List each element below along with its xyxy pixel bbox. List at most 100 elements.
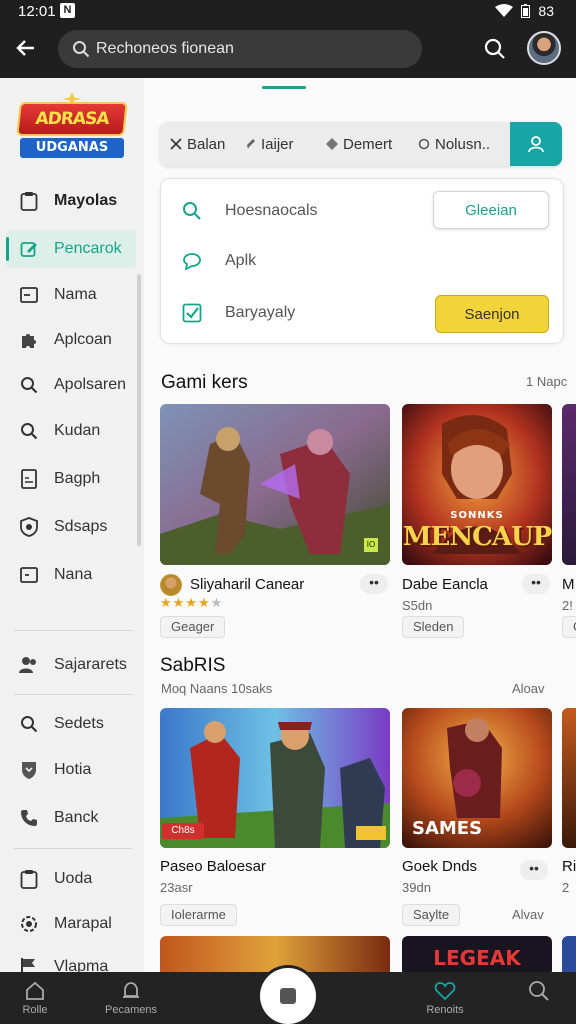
sidebar-item-sdsaps[interactable]: Sdsaps [6,508,136,546]
edit-icon [18,238,40,260]
sidebar-item-label: Apolsaren [54,376,127,393]
search-icon [18,420,40,442]
avatar[interactable] [527,31,561,65]
sidebar-item-label: Sajararets [54,656,127,673]
game-thumbnail[interactable] [562,708,576,848]
sidebar-item-marapal[interactable]: Marapal [6,905,136,943]
person-icon [528,136,544,153]
checkbox-icon[interactable] [181,303,203,323]
bottom-nav-renoits[interactable]: Renoits [400,978,490,1016]
status-indicators: 83 [495,3,554,19]
filter-chip-nolusn[interactable]: Nolusn.. [418,134,490,154]
game-thumbnail[interactable]: Ch8s [160,708,390,848]
more-options-button[interactable]: •• [522,574,550,594]
search-icon [181,201,203,221]
logo-title: ADRASA [16,102,128,136]
game-title: M [562,576,575,593]
sidebar-item-bagph[interactable]: Bagph [6,460,136,498]
options-panel: Hoesnaocals Gleeian Aplk Baryayaly Saenj… [160,178,564,344]
game-meta: 2 [562,880,570,895]
panel-confirm-button[interactable]: Saenjon [435,295,549,333]
sidebar-item-label: Nama [54,286,97,303]
sidebar-item-vlapma[interactable]: Vlapma [6,948,136,972]
game-art-text: MENCAUP [402,522,552,552]
sidebar-item-sajararets[interactable]: Sajararets [6,646,136,684]
flag-icon [18,956,40,972]
wifi-icon [495,4,514,17]
genre-tag[interactable]: Geager [160,616,226,638]
section-see-all[interactable]: Aloav [512,681,545,696]
filter-chip-demert[interactable]: Demert [326,134,392,154]
sidebar-item-hotia[interactable]: Hotia [6,751,136,789]
document-icon [18,468,40,490]
close-icon [170,138,182,150]
game-thumbnail[interactable]: SONNKS MENCAUP [402,404,552,565]
sidebar-item-aplcoan[interactable]: Aplcoan [6,321,136,359]
game-thumbnail[interactable] [562,404,576,565]
game-thumbnail[interactable]: LEGEAK [402,936,552,972]
rating-stars: ★★★★★ [160,595,224,610]
sidebar-item-banck[interactable]: Banck [6,799,136,837]
bottom-nav-pecamens[interactable]: Pecamens [86,978,176,1016]
search-icon[interactable] [484,38,506,60]
more-options-button[interactable]: •• [360,574,388,594]
sidebar-item-apolsaren[interactable]: Apolsaren [6,366,136,404]
bottom-nav-label: Renoits [426,1004,464,1016]
sidebar-item-nana[interactable]: Nana [6,556,136,594]
filter-chip-iaijer[interactable]: Iaijer [246,134,294,154]
window-icon [18,284,40,306]
dot-icon [326,138,338,150]
search-bar[interactable] [58,30,422,68]
genre-tag[interactable]: Sleden [402,616,465,638]
sidebar-scrollbar[interactable] [137,274,141,546]
sidebar-item-label: Vlapma [54,958,109,972]
back-button[interactable] [14,36,42,62]
sidebar-item-label: Sedets [54,715,104,732]
bottom-nav-home[interactable]: Rolle [0,978,80,1016]
sidebar-item-nama[interactable]: Nama [6,276,136,314]
filter-chip-balan[interactable]: Balan [170,134,225,154]
chip-label: Demert [343,135,393,153]
people-icon [18,654,40,676]
game-artwork [160,404,390,565]
game-meta: 2! [562,598,573,613]
bell-icon [86,978,176,1004]
section-see-all[interactable]: 1 Napc [526,374,567,389]
bottom-nav-label: Rolle [22,1004,48,1016]
sidebar-item-label: Bagph [54,470,101,487]
game-thumbnail[interactable] [160,404,390,565]
search-icon [73,41,90,58]
game-thumbnail[interactable] [160,936,390,972]
game-title: Paseo Baloesar [160,858,266,875]
bottom-nav-search[interactable] [494,978,576,1004]
chat-icon [181,252,203,270]
filter-user-button[interactable] [510,122,562,166]
sidebar-item-kudan[interactable]: Kudan [6,412,136,450]
more-options-button[interactable]: •• [520,860,548,880]
top-app-bar: 12:01 N 83 [0,0,576,78]
genre-tag[interactable]: G [562,616,576,638]
logo-subtitle: UDGANAS [20,138,124,158]
sidebar-item-label: Mayolas [54,192,118,209]
app-logo[interactable]: ADRASA UDGANAS [16,92,128,160]
badge-icon [18,759,40,781]
genre-tag[interactable]: Iolerarme [160,904,237,926]
game-art-text: SONNKS [450,510,504,521]
sidebar-item-pencarok[interactable]: Pencarok [6,230,136,268]
sidebar-item-mayolas[interactable]: Mayolas [6,182,136,220]
game-thumbnail[interactable]: SAMES [402,708,552,848]
center-action-button[interactable] [260,968,316,1024]
sidebar-divider [14,630,132,631]
genre-tag[interactable]: Saylte [402,904,461,926]
filter-bar: Balan Iaijer Demert Nolusn.. [160,122,562,166]
gear-icon [18,913,40,935]
game-thumbnail[interactable] [562,936,576,972]
panel-row[interactable]: Aplk [161,241,565,281]
panel-action-button[interactable]: Gleeian [433,191,549,229]
chip-label: Iaijer [261,135,294,153]
section-title: Gami kers [161,372,248,393]
sidebar-item-uoda[interactable]: Uoda [6,860,136,898]
puzzle-icon [18,329,40,351]
sidebar-item-sedets[interactable]: Sedets [6,705,136,743]
search-input[interactable] [96,38,406,60]
